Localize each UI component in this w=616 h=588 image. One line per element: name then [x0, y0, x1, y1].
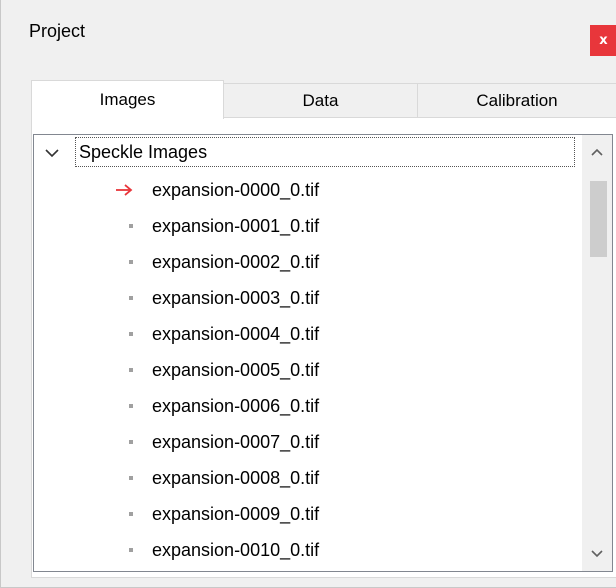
chevron-down-icon — [591, 550, 603, 558]
bullet-icon — [126, 352, 136, 388]
tree-item-label: expansion-0001_0.tif — [152, 216, 320, 236]
tab-calibration-label: Calibration — [476, 91, 558, 110]
chevron-up-icon — [591, 148, 603, 156]
project-panel: Project x Images Data Calibration Speckl… — [0, 0, 616, 588]
tree-item-label: expansion-0000_0.tif — [152, 180, 320, 200]
tree-rows: Speckle Images expansion-0000_0.tif expa… — [34, 135, 582, 571]
tree-item[interactable]: expansion-0008_0.tif — [34, 460, 582, 496]
bullet-icon — [126, 280, 136, 316]
bullet-icon — [126, 208, 136, 244]
tree-item[interactable]: expansion-0009_0.tif — [34, 496, 582, 532]
tree-item[interactable]: expansion-0002_0.tif — [34, 244, 582, 280]
tree-item-label: expansion-0005_0.tif — [152, 360, 320, 380]
tab-content: Speckle Images expansion-0000_0.tif expa… — [31, 117, 616, 578]
tree-item[interactable]: expansion-0000_0.tif — [34, 172, 582, 208]
tree-item[interactable]: expansion-0005_0.tif — [34, 352, 582, 388]
tree-item[interactable]: expansion-0001_0.tif — [34, 208, 582, 244]
scroll-up-button[interactable] — [582, 135, 612, 169]
tab-calibration[interactable]: Calibration — [417, 83, 616, 118]
tree-item[interactable]: expansion-0004_0.tif — [34, 316, 582, 352]
tree-root-speckle-images[interactable]: Speckle Images — [34, 136, 582, 172]
chevron-down-icon[interactable] — [44, 145, 60, 161]
tab-images-label: Images — [99, 90, 156, 109]
tree-item-label: expansion-0009_0.tif — [152, 504, 320, 524]
tab-bar: Images Data Calibration — [31, 80, 616, 119]
tree-root-label: Speckle Images — [75, 137, 575, 167]
title-bar: Project x — [1, 0, 616, 64]
vertical-scrollbar[interactable] — [582, 135, 612, 571]
tab-images[interactable]: Images — [31, 80, 224, 119]
bullet-icon — [126, 496, 136, 532]
bullet-icon — [126, 316, 136, 352]
image-tree[interactable]: Speckle Images expansion-0000_0.tif expa… — [33, 134, 613, 572]
tree-item-label: expansion-0010_0.tif — [152, 540, 320, 560]
tree-item-label: expansion-0007_0.tif — [152, 432, 320, 452]
tree-item-label: expansion-0004_0.tif — [152, 324, 320, 344]
bullet-icon — [126, 244, 136, 280]
scroll-down-button[interactable] — [582, 537, 612, 571]
tab-data-label: Data — [302, 91, 339, 110]
tree-item[interactable]: expansion-0007_0.tif — [34, 424, 582, 460]
scroll-thumb[interactable] — [590, 181, 607, 257]
bullet-icon — [126, 388, 136, 424]
tree-item-label: expansion-0008_0.tif — [152, 468, 320, 488]
tree-item-label: expansion-0003_0.tif — [152, 288, 320, 308]
arrow-right-icon — [116, 184, 133, 196]
bullet-icon — [126, 532, 136, 568]
bullet-icon — [126, 460, 136, 496]
close-button[interactable]: x — [590, 25, 616, 56]
panel-title: Project — [29, 21, 86, 41]
bullet-icon — [126, 424, 136, 460]
close-icon: x — [599, 33, 608, 48]
tab-data[interactable]: Data — [223, 83, 418, 118]
tree-item-label: expansion-0002_0.tif — [152, 252, 320, 272]
tree-item[interactable]: expansion-0010_0.tif — [34, 532, 582, 568]
tree-item[interactable]: expansion-0003_0.tif — [34, 280, 582, 316]
tree-item-label: expansion-0006_0.tif — [152, 396, 320, 416]
tree-item[interactable]: expansion-0006_0.tif — [34, 388, 582, 424]
